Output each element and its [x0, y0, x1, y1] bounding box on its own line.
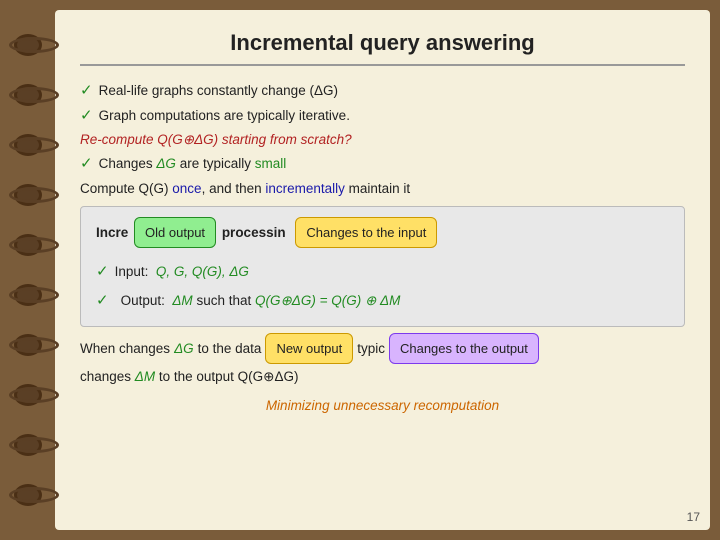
- bullet-1-text: Real-life graphs constantly change (ΔG): [99, 80, 338, 102]
- minimizing-line: Minimizing unnecessary recomputation: [80, 395, 685, 417]
- check-mark-1: ✓: [80, 80, 93, 103]
- changes-input-bubble: Changes to the input: [295, 217, 437, 248]
- check-mark-input: ✓: [96, 261, 109, 284]
- spiral-hole-9: [14, 434, 42, 456]
- old-output-bubble: Old output: [134, 217, 216, 248]
- slide-title: Incremental query answering: [80, 30, 685, 66]
- spiral-hole-5: [14, 234, 42, 256]
- once-text: once: [172, 181, 201, 196]
- spiral-hole-7: [14, 334, 42, 356]
- input-vars: Q, G, Q(G), ΔG: [156, 264, 249, 279]
- input-label: Input: Q, G, Q(G), ΔG: [115, 261, 249, 283]
- slide-content: ✓ Real-life graphs constantly change (ΔG…: [80, 80, 685, 515]
- input-item: ✓ Input: Q, G, Q(G), ΔG: [96, 261, 669, 284]
- bullet-1: ✓ Real-life graphs constantly change (ΔG…: [80, 80, 685, 103]
- when-changes-row: When changes ΔG to the data New output t…: [80, 333, 685, 364]
- incr-header-row: Incre Old output processin Changes to th…: [96, 217, 669, 253]
- changes-m-line: changes ΔM to the output Q(G⊕ΔG): [80, 366, 685, 388]
- incr-box: Incre Old output processin Changes to th…: [80, 206, 685, 327]
- spiral-hole-4: [14, 184, 42, 206]
- changes-m-delta: ΔM: [135, 369, 155, 384]
- spiral-hole-2: [14, 84, 42, 106]
- output-label: Output: ΔM such that Q(G⊕ΔG) = Q(G) ⊕ ΔM: [121, 290, 401, 312]
- incrementally-text: incrementally: [265, 181, 345, 196]
- check-mark-3: ✓: [80, 153, 93, 176]
- output-formula: Q(G⊕ΔG) = Q(G) ⊕ ΔM: [255, 293, 400, 308]
- new-output-bubble: New output: [265, 333, 353, 364]
- output-delta: ΔM: [172, 293, 192, 308]
- when-typic-text: typic: [357, 338, 385, 360]
- spiral-binding: [0, 0, 55, 540]
- bullet-2: ✓ Graph computations are typically itera…: [80, 105, 685, 128]
- bullet-2-text: Graph computations are typically iterati…: [99, 105, 350, 127]
- output-item: ✓ Output: ΔM such that Q(G⊕ΔG) = Q(G) ⊕ …: [96, 290, 669, 313]
- check-mark-2: ✓: [80, 105, 93, 128]
- spiral-hole-8: [14, 384, 42, 406]
- small-text: small: [255, 156, 287, 171]
- check-mark-output: ✓: [96, 290, 109, 313]
- bullet-3: ✓ Changes ΔG are typically small: [80, 153, 685, 176]
- when-delta: ΔG: [174, 338, 194, 360]
- spiral-hole-10: [14, 484, 42, 506]
- incr-proc-text: processin: [222, 225, 286, 240]
- spiral-hole-3: [14, 134, 42, 156]
- changes-output-bubble: Changes to the output: [389, 333, 539, 364]
- when-prefix-text: When changes: [80, 338, 170, 360]
- incr-header-text: Incre: [96, 225, 128, 240]
- line-4: Compute Q(G) once, and then incrementall…: [80, 178, 685, 200]
- bullet-3-text: Changes ΔG are typically small: [99, 153, 287, 175]
- when-mid-text: to the data: [198, 338, 262, 360]
- spiral-hole-1: [14, 34, 42, 56]
- delta-g-1: ΔG: [156, 156, 176, 171]
- slide: Incremental query answering ✓ Real-life …: [55, 10, 710, 530]
- page-number: 17: [687, 510, 700, 524]
- spiral-hole-6: [14, 284, 42, 306]
- italic-line: Re-compute Q(G⊕ΔG) starting from scratch…: [80, 129, 685, 151]
